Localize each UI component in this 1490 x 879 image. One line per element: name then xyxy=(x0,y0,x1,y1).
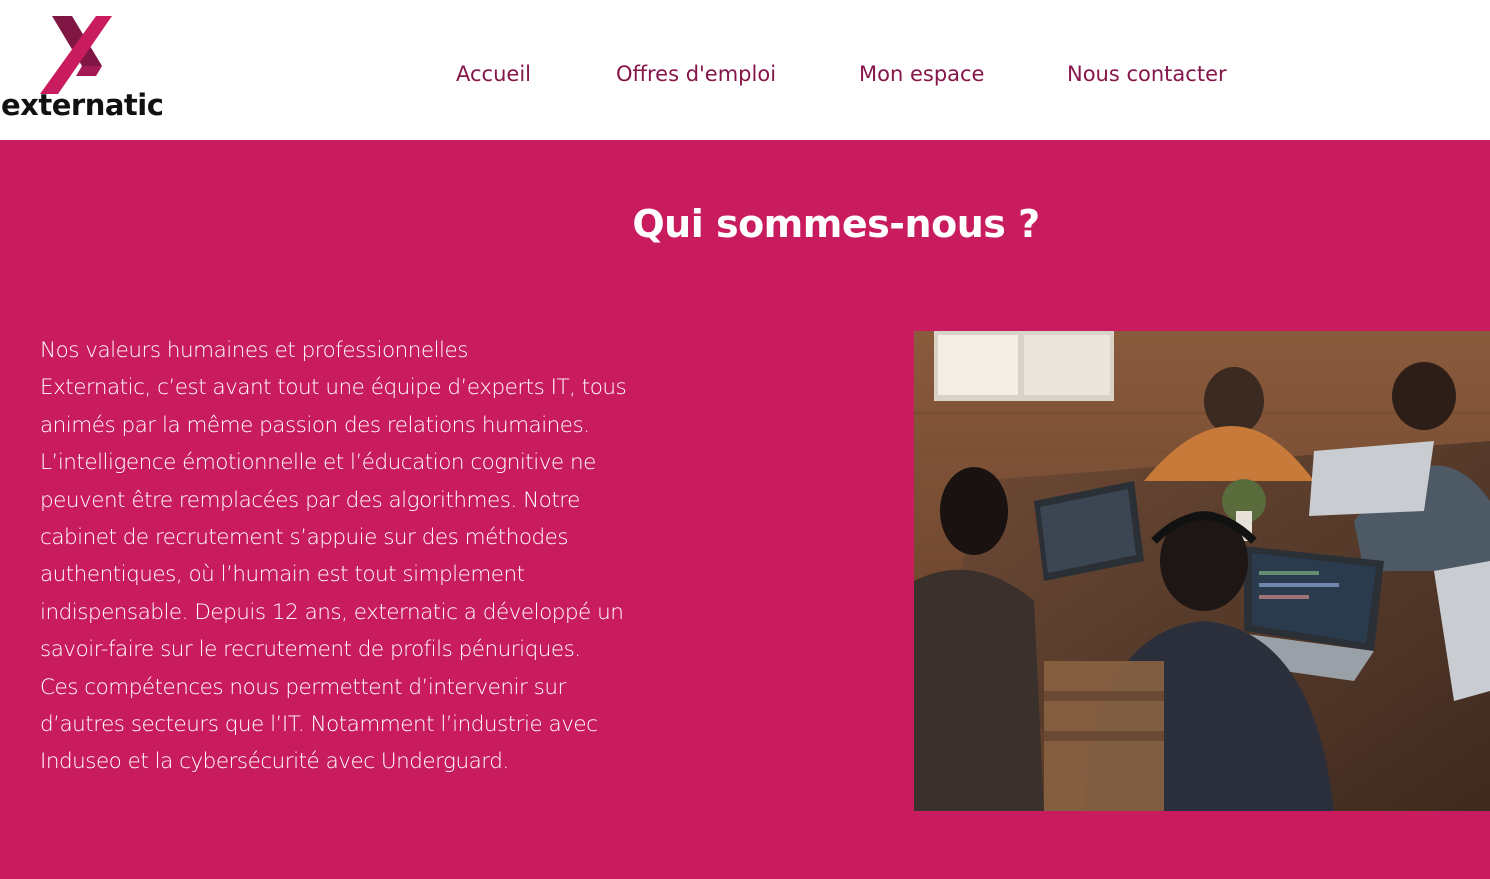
about-line: Induseo et la cybersécurité avec Undergu… xyxy=(40,749,509,775)
about-line: animés par la même passion des relations… xyxy=(40,412,590,438)
section-title: Qui sommes-nous ? xyxy=(632,202,1040,246)
team-photo xyxy=(914,331,1490,811)
nav-accueil[interactable]: Accueil xyxy=(456,62,531,86)
nav-mon-espace[interactable]: Mon espace xyxy=(859,62,984,86)
about-line: peuvent être remplacées par des algorith… xyxy=(40,487,580,513)
nav-nous-contacter[interactable]: Nous contacter xyxy=(1067,62,1227,86)
team-photo-illustration xyxy=(914,331,1490,811)
about-line: d’autres secteurs que l’IT. Notamment l’… xyxy=(40,712,598,738)
main-nav: Accueil Offres d'emploi Mon espace Nous … xyxy=(0,62,1490,96)
site-header: externatic Accueil Offres d'emploi Mon e… xyxy=(0,0,1490,140)
about-line: savoir-faire sur le recrutement de profi… xyxy=(40,637,581,663)
about-paragraph: Nos valeurs humaines et professionnelles… xyxy=(40,332,627,781)
about-line: L’intelligence émotionnelle et l’éducati… xyxy=(40,450,596,476)
about-line: Ces compétences nous permettent d’interv… xyxy=(40,674,566,700)
about-line: authentiques, où l’humain est tout simpl… xyxy=(40,562,525,588)
about-line: indispensable. Depuis 12 ans, externatic… xyxy=(40,599,624,625)
about-section: Qui sommes-nous ? Nos valeurs humaines e… xyxy=(0,140,1490,879)
about-line: Nos valeurs humaines et professionnelles xyxy=(40,338,468,363)
about-line: Externatic, c’est avant tout une équipe … xyxy=(40,375,627,401)
about-line: cabinet de recrutement s’appuie sur des … xyxy=(40,525,569,551)
nav-offres-emploi[interactable]: Offres d'emploi xyxy=(616,62,776,86)
